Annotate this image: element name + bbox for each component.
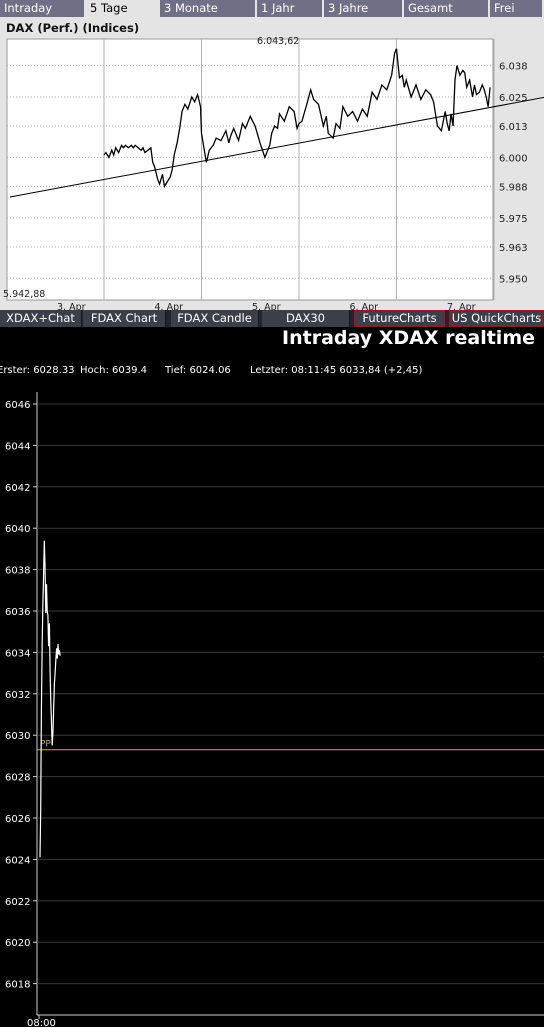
x-tick-label: 5. Apr [252,302,281,310]
x-tick-label: 08:00 [27,1018,56,1027]
y-tick-label: 6030 [5,731,30,742]
stat-erster: Erster: 6028.33 [0,365,75,376]
y-tick-label: 6028 [5,773,30,784]
fdax-chart-button[interactable]: FDAX Chart [83,310,166,327]
stat-hoch: Hoch: 6039.4 [80,365,148,376]
tab-intraday[interactable]: Intraday [0,0,86,17]
y-tick-label: 6038 [5,566,30,577]
y-tick-label: 6026 [5,814,30,825]
y-tick-label: 5.988 [499,182,528,193]
y-tick-label: 6046 [5,400,30,411]
y-tick-label: 6018 [5,980,30,991]
y-tick-label: 6034 [5,648,30,659]
us-quickcharts-button[interactable]: US QuickCharts [449,310,544,327]
y-tick-label: 5.975 [499,214,528,225]
dax-5day-chart: 6.038 6.025 6.013 6.000 5.988 5.975 5.963 5.950… [3,36,544,310]
y-tick-label: 6022 [5,897,30,908]
plot-area [6,38,494,301]
tab-3-jahre[interactable]: 3 Jahre [324,0,404,17]
tab-1-jahr[interactable]: 1 Jahr [257,0,324,17]
y-tick-label: 6024 [5,855,30,866]
tab-5-tage[interactable]: 5 Tage [86,0,160,17]
x-tick-label: 3. Apr [57,302,86,310]
y-tick-label: 6032 [5,690,30,701]
performance-panel: Intraday 5 Tage 3 Monate 1 Jahr 3 Jahre Gesam… [0,0,544,310]
stat-letzter: Letzter: 08:11:45 6033,84 (+2,45) [250,365,423,376]
xdax-chat-button[interactable]: XDAX+Chat [0,310,82,327]
y-tick-label: 6.000 [499,153,528,164]
y-tick-label: 6.038 [499,62,528,73]
top-chart-title: DAX (Perf.) (Indices) [6,21,140,35]
y-tick-label: 6020 [5,938,30,949]
y-tick-label: 5.963 [499,243,528,254]
y-tick-label: 6.025 [499,93,528,104]
x-tick-label: 4. Apr [155,302,184,310]
tab-gesamt[interactable]: Gesamt [404,0,490,17]
stats-bar: Erster: 6028.33 Hoch: 6039.4 Tief: 6024.… [0,365,544,379]
dax30-button[interactable]: DAX30 [262,310,350,327]
intraday-chart-title: Intraday XDAX realtime [282,327,535,349]
x-tick-label: 7. Apr [447,302,476,310]
futurecharts-button[interactable]: FutureCharts [354,310,445,327]
xdax-price-line [39,540,61,858]
stat-tief: Tief: 6024.06 [165,365,231,376]
y-tick-label: 6042 [5,483,30,494]
x-tick-label: 6. Apr [350,302,379,310]
y-tick-label: 6.013 [499,122,528,133]
quick-links-bar: XDAX+Chat FDAX Chart FDAX Candle DAX30 Futur… [0,310,544,327]
timeframe-tabbar: Intraday 5 Tage 3 Monate 1 Jahr 3 Jahre Gesam… [0,0,544,17]
y-tick-label: 5.950 [499,274,528,285]
min-value-label: 5.942,88 [3,289,45,300]
fdax-candle-button[interactable]: FDAX Candle [171,310,259,327]
tab-frei[interactable]: Frei [490,0,544,17]
y-tick-label: 6040 [5,524,30,535]
xdax-intraday-chart: 6046 6044 6042 6040 6038 6036 6034 6032 6030 6028… [5,392,544,1027]
y-tick-label: 6036 [5,607,30,618]
y-tick-label: 6044 [5,441,30,452]
max-value-label: 6.043,62 [257,36,299,47]
tab-3-monate[interactable]: 3 Monate [160,0,257,17]
